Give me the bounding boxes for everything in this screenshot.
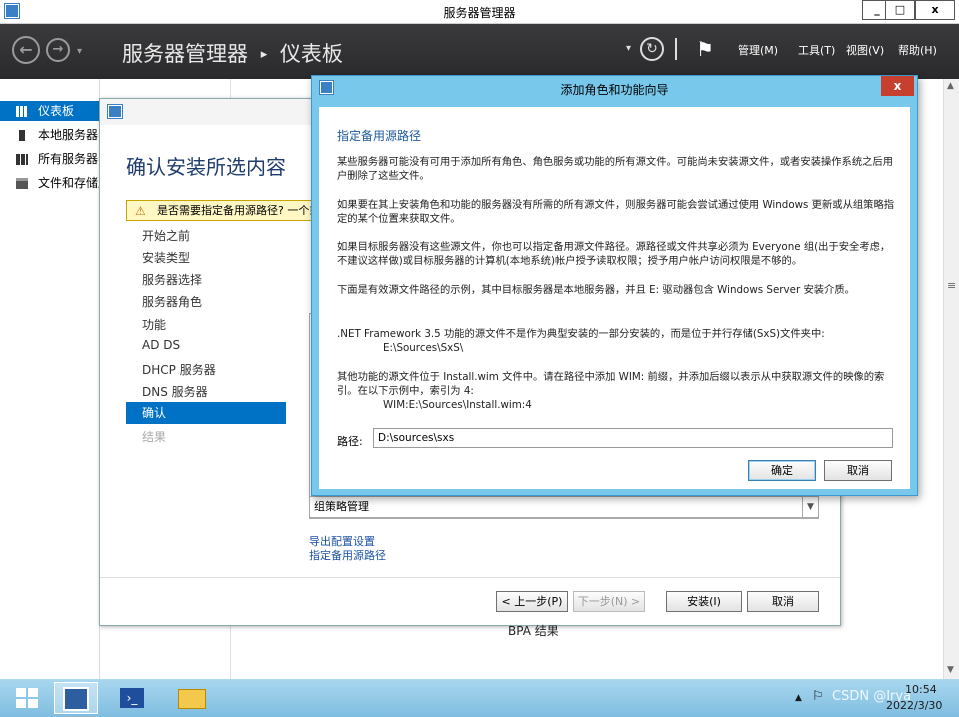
wizard-app-icon bbox=[108, 105, 122, 118]
header-bar: ← → ▾ 服务器管理器 ▸ 仪表板 ▾ ↻ ⚑ 管理(M) 工具(T) 视图(… bbox=[0, 24, 959, 79]
wizard-heading: 确认安装所选内容 bbox=[126, 155, 286, 179]
taskbar: ›_ ▲ ⚐ CSDN @Irya 10:54 2022/3/30 bbox=[0, 679, 959, 717]
window-title: 服务器管理器 bbox=[443, 6, 516, 20]
step-item[interactable]: DHCP 服务器 bbox=[142, 361, 216, 378]
dialog-paragraph: 如果要在其上安装角色和功能的服务器没有所需的所有源文件，则服务器可能会尝试通过使… bbox=[337, 199, 895, 225]
sidebar-item-file-storage[interactable]: 文件和存储服务 bbox=[0, 173, 100, 193]
back-icon[interactable]: ← bbox=[12, 36, 40, 64]
sidebar: 仪表板 本地服务器 所有服务器 文件和存储服务 bbox=[0, 79, 100, 679]
dialog-paragraph: 其他功能的源文件位于 Install.wim 文件中。请在路径中添加 WIM: … bbox=[337, 371, 885, 397]
warning-text: 是否需要指定备用源路径? 一个或多个安装选择缺少源文件。 bbox=[157, 204, 325, 217]
sidebar-item-all-servers[interactable]: 所有服务器 bbox=[0, 149, 100, 169]
warning-banner[interactable]: ⚠ 是否需要指定备用源路径? 一个或多个安装选择缺少源文件。 bbox=[126, 200, 326, 221]
start-button[interactable] bbox=[6, 682, 50, 714]
cancel-button[interactable]: 取消 bbox=[747, 591, 819, 612]
storage-icon bbox=[16, 178, 28, 189]
refresh-icon[interactable]: ↻ bbox=[640, 37, 664, 61]
step-item[interactable]: 功能 bbox=[142, 316, 166, 333]
server-icon bbox=[19, 130, 25, 141]
list-item-label: 组策略管理 bbox=[314, 500, 369, 513]
menu-tools[interactable]: 工具(T) bbox=[798, 42, 835, 58]
taskbar-powershell[interactable]: ›_ bbox=[110, 682, 154, 714]
step-item-selected[interactable]: 确认 bbox=[126, 402, 286, 424]
vertical-scrollbar[interactable]: ▲ ≡ ▼ bbox=[943, 79, 959, 679]
breadcrumb-app: 服务器管理器 bbox=[122, 42, 248, 66]
scroll-down-icon[interactable]: ▼ bbox=[947, 665, 954, 675]
dialog-paragraph: 某些服务器可能没有可用于添加所有角色、角色服务或功能的所有源文件。可能尚未安装源… bbox=[337, 156, 894, 182]
sidebar-item-local-server[interactable]: 本地服务器 bbox=[0, 125, 100, 145]
source-path-dialog: 添加角色和功能向导 x 指定备用源路径 某些服务器可能没有可用于添加所有角色、角… bbox=[311, 75, 918, 496]
taskbar-server-manager[interactable] bbox=[54, 682, 98, 714]
divider bbox=[675, 38, 677, 60]
dialog-paragraph: 如果目标服务器没有这些源文件，你也可以指定备用源文件路径。源路径或文件共享必须为… bbox=[337, 241, 891, 267]
dialog-heading: 指定备用源路径 bbox=[337, 129, 422, 143]
scroll-down-icon[interactable]: ▼ bbox=[802, 497, 818, 517]
clock-time[interactable]: 10:54 bbox=[905, 683, 937, 696]
history-dropdown-icon[interactable]: ▾ bbox=[77, 46, 82, 57]
dialog-example-path: WIM:E:\Sources\Install.wim:4 bbox=[383, 399, 532, 411]
server-manager-icon bbox=[63, 687, 89, 711]
breadcrumb-page: 仪表板 bbox=[279, 42, 343, 66]
folder-icon bbox=[178, 689, 206, 709]
divider bbox=[100, 577, 840, 578]
sidebar-item-label: 本地服务器 bbox=[38, 128, 99, 142]
step-item[interactable]: 服务器选择 bbox=[142, 271, 202, 288]
scroll-grip-icon[interactable]: ≡ bbox=[947, 279, 956, 292]
sidebar-item-label: 仪表板 bbox=[38, 104, 75, 118]
servers-icon bbox=[16, 154, 28, 165]
step-item[interactable]: AD DS bbox=[142, 338, 180, 352]
path-label: 路径: bbox=[337, 435, 363, 448]
dialog-example-path: E:\Sources\SxS\ bbox=[383, 342, 464, 354]
sidebar-item-dashboard[interactable]: 仪表板 bbox=[0, 101, 100, 121]
next-button: 下一步(N) > bbox=[573, 591, 645, 612]
dropdown-icon[interactable]: ▾ bbox=[626, 43, 631, 54]
sidebar-item-label: 所有服务器 bbox=[38, 152, 99, 166]
step-item[interactable]: DNS 服务器 bbox=[142, 383, 208, 400]
list-item: 组策略管理 ▼ bbox=[309, 496, 819, 518]
dialog-cancel-button[interactable]: 取消 bbox=[824, 460, 892, 481]
step-item[interactable]: 安装类型 bbox=[142, 249, 190, 266]
clock-date[interactable]: 2022/3/30 bbox=[886, 699, 942, 712]
breadcrumb-separator: ▸ bbox=[260, 47, 268, 62]
warning-icon: ⚠ bbox=[135, 204, 146, 218]
dialog-paragraph: 下面是有效源文件路径的示例，其中目标服务器是本地服务器，并且 E: 驱动器包含 … bbox=[337, 284, 855, 296]
powershell-icon: ›_ bbox=[120, 688, 144, 708]
menu-manage[interactable]: 管理(M) bbox=[738, 42, 778, 58]
dashboard-icon bbox=[16, 106, 28, 117]
dialog-body: 指定备用源路径 某些服务器可能没有可用于添加所有角色、角色服务或功能的所有源文件… bbox=[319, 107, 910, 489]
forward-icon[interactable]: → bbox=[46, 38, 70, 62]
breadcrumb: 服务器管理器 ▸ 仪表板 bbox=[122, 38, 343, 68]
menu-help[interactable]: 帮助(H) bbox=[898, 42, 937, 58]
dialog-paragraph: .NET Framework 3.5 功能的源文件不是作为典型安装的一部分安装的… bbox=[337, 328, 825, 340]
step-item[interactable]: 服务器角色 bbox=[142, 293, 202, 310]
bpa-label: BPA 结果 bbox=[508, 624, 559, 638]
tray-expand-icon[interactable]: ▲ bbox=[795, 693, 802, 703]
sidebar-item-label: 文件和存储服务 bbox=[38, 176, 100, 190]
ok-button[interactable]: 确定 bbox=[748, 460, 816, 481]
path-input[interactable] bbox=[373, 428, 893, 448]
step-item: 结果 bbox=[142, 430, 167, 444]
scroll-up-icon[interactable]: ▲ bbox=[947, 81, 954, 91]
close-button[interactable]: x bbox=[915, 0, 955, 20]
action-center-flag-icon[interactable]: ⚐ bbox=[812, 689, 824, 704]
dialog-close-button[interactable]: x bbox=[881, 76, 914, 96]
prev-button[interactable]: < 上一步(P) bbox=[496, 591, 568, 612]
maximize-button[interactable]: □ bbox=[885, 0, 915, 20]
install-button[interactable]: 安装(I) bbox=[666, 591, 742, 612]
window-titlebar: 服务器管理器 _ □ x bbox=[0, 0, 959, 24]
menu-view[interactable]: 视图(V) bbox=[846, 42, 884, 58]
taskbar-explorer[interactable] bbox=[170, 682, 214, 714]
step-item[interactable]: 开始之前 bbox=[142, 227, 190, 244]
dialog-title: 添加角色和功能向导 bbox=[560, 83, 669, 97]
notification-flag-icon[interactable]: ⚑ bbox=[696, 37, 714, 61]
windows-logo-icon bbox=[16, 688, 38, 708]
specify-source-path-link[interactable]: 指定备用源路径 bbox=[309, 547, 386, 563]
